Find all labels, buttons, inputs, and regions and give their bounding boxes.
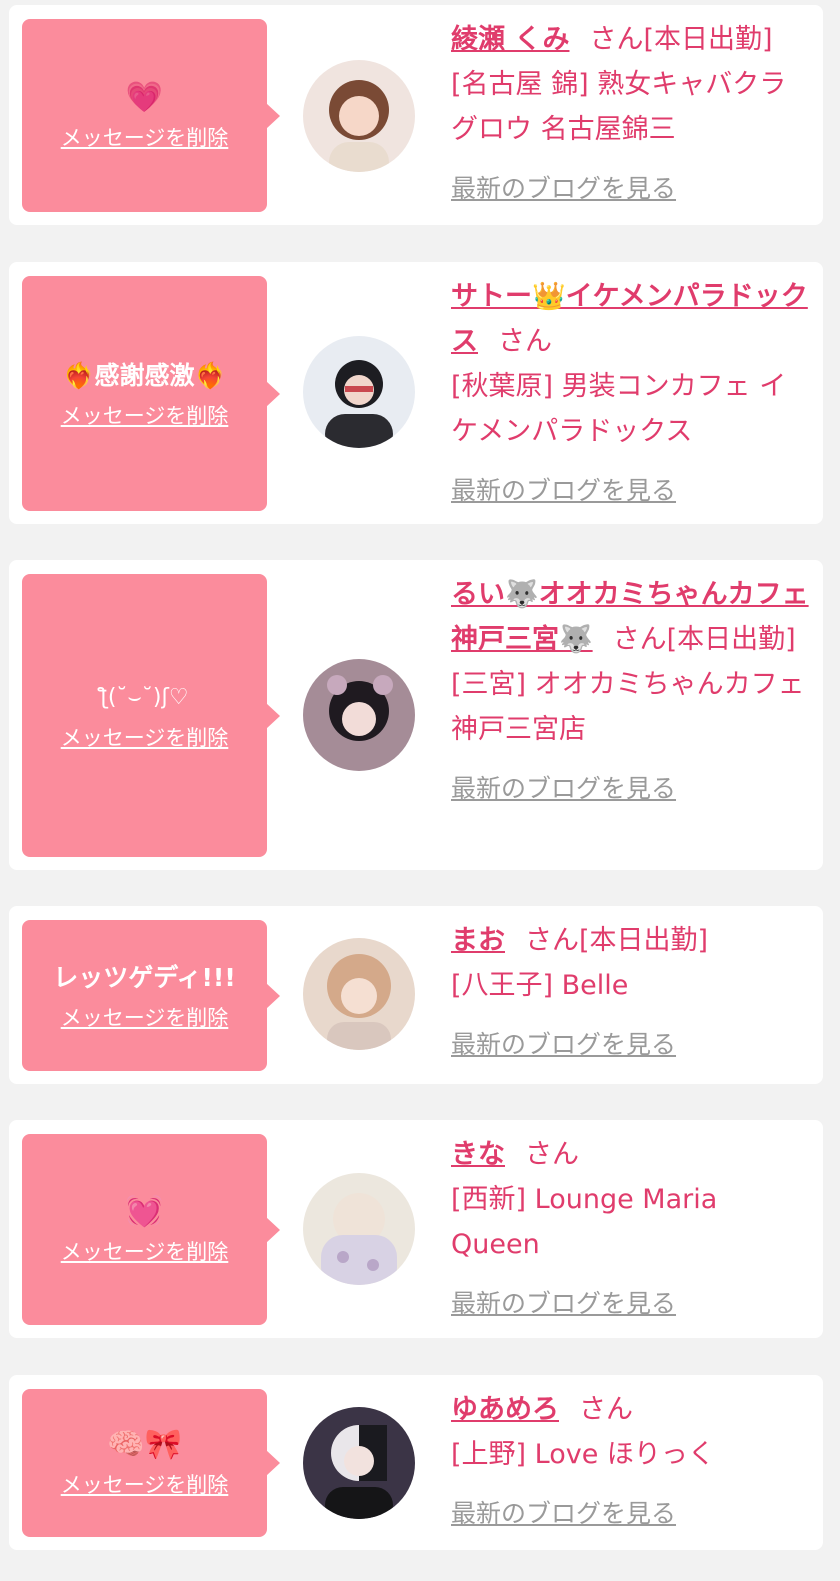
message-bubble: レッツゲディ!!! メッセージを削除 [22, 920, 280, 1071]
message-text: 💗 [125, 79, 164, 115]
san-label: さん [525, 1139, 579, 1170]
latest-blog-link[interactable]: 最新のブログを見る [451, 766, 676, 811]
message-text: レッツゲディ!!! [53, 962, 236, 992]
cast-info: ゆあめろ さん [上野] Love ほりっく 最新のブログを見る [451, 1387, 811, 1536]
avatar[interactable] [303, 1173, 415, 1285]
san-label: さん [498, 326, 552, 357]
message-bubble: 💗 メッセージを削除 [22, 19, 280, 212]
latest-blog-link[interactable]: 最新のブログを見る [451, 166, 676, 211]
avatar[interactable] [303, 659, 415, 771]
cast-info: るい🐺オオカミちゃんカフェ神戸三宮🐺 さん[本日出勤] [三宮] オオカミちゃんカ… [451, 572, 811, 811]
latest-blog-link[interactable]: 最新のブログを見る [451, 1281, 676, 1326]
message-card: ❤️‍🔥感謝感激❤️‍🔥 メッセージを削除 サトー👑イケメンパラドックス さん [… [9, 262, 823, 524]
san-label: さん [589, 24, 644, 55]
message-card: レッツゲディ!!! メッセージを削除 まお さん[本日出勤] [八王子] Bell… [9, 906, 823, 1084]
shop-name: [八王子] Belle [451, 970, 629, 1001]
delete-message-link[interactable]: メッセージを削除 [61, 1236, 229, 1266]
cast-info: 綾瀬 くみ さん[本日出勤] [名古屋 錦] 熟女キャバクラグロウ 名古屋錦三 最… [451, 17, 811, 211]
avatar[interactable] [303, 336, 415, 448]
shop-name: [秋葉原] 男装コンカフェ イケメンパラドックス [451, 371, 787, 447]
delete-message-link[interactable]: メッセージを削除 [61, 1469, 229, 1499]
san-label: さん [579, 1394, 633, 1425]
shop-name: [西新] Lounge Maria Queen [451, 1184, 718, 1260]
avatar[interactable] [303, 1407, 415, 1519]
message-bubble: 💓 メッセージを削除 [22, 1134, 280, 1325]
message-bubble: ❤️‍🔥感謝感激❤️‍🔥 メッセージを削除 [22, 276, 280, 511]
message-card: 💓 メッセージを削除 きな さん [西新] Lounge Maria Queen … [9, 1120, 823, 1338]
message-text: 💓 [125, 1193, 164, 1229]
cast-name-link[interactable]: まお [451, 925, 505, 956]
cast-info: サトー👑イケメンパラドックス さん [秋葉原] 男装コンカフェ イケメンパラドック… [451, 274, 811, 513]
shop-name: [三宮] オオカミちゃんカフェ神戸三宮店 [451, 669, 805, 745]
cast-name-link[interactable]: 綾瀬 くみ [451, 24, 569, 55]
message-card: 💗 メッセージを削除 綾瀬 くみ さん[本日出勤] [名古屋 錦] 熟女キャバクラ… [9, 5, 823, 225]
message-text: ❤️‍🔥感謝感激❤️‍🔥 [63, 360, 226, 390]
delete-message-link[interactable]: メッセージを削除 [61, 122, 229, 152]
latest-blog-link[interactable]: 最新のブログを見る [451, 1022, 676, 1067]
cast-name-link[interactable]: きな [451, 1139, 505, 1170]
message-bubble: ƪ(˘⌣˘)ʃ♡ メッセージを削除 [22, 574, 280, 857]
message-text: 🧠🎀 [107, 1427, 182, 1462]
message-card: 🧠🎀 メッセージを削除 ゆあめろ さん [上野] Love ほりっく 最新のブログ… [9, 1375, 823, 1550]
message-bubble: 🧠🎀 メッセージを削除 [22, 1389, 280, 1537]
san-label: さん [525, 925, 579, 956]
shop-name: [名古屋 錦] 熟女キャバクラグロウ 名古屋錦三 [451, 69, 787, 145]
cast-name-link[interactable]: ゆあめろ [451, 1394, 559, 1425]
status-suffix: [本日出勤] [579, 925, 709, 956]
san-label: さん [612, 624, 667, 655]
latest-blog-link[interactable]: 最新のブログを見る [451, 1491, 676, 1536]
avatar[interactable] [303, 60, 415, 172]
message-card: ƪ(˘⌣˘)ʃ♡ メッセージを削除 るい🐺オオカミちゃんカフェ神戸三宮🐺 さん[本… [9, 560, 823, 870]
cast-info: きな さん [西新] Lounge Maria Queen 最新のブログを見る [451, 1132, 811, 1326]
shop-name: [上野] Love ほりっく [451, 1439, 715, 1470]
delete-message-link[interactable]: メッセージを削除 [61, 722, 229, 752]
status-suffix: [本日出勤] [643, 24, 773, 55]
delete-message-link[interactable]: メッセージを削除 [61, 400, 229, 430]
status-suffix: [本日出勤] [666, 624, 796, 655]
latest-blog-link[interactable]: 最新のブログを見る [451, 468, 676, 513]
cast-info: まお さん[本日出勤] [八王子] Belle 最新のブログを見る [451, 918, 811, 1067]
delete-message-link[interactable]: メッセージを削除 [61, 1002, 229, 1032]
avatar[interactable] [303, 938, 415, 1050]
message-text: ƪ(˘⌣˘)ʃ♡ [100, 684, 189, 710]
